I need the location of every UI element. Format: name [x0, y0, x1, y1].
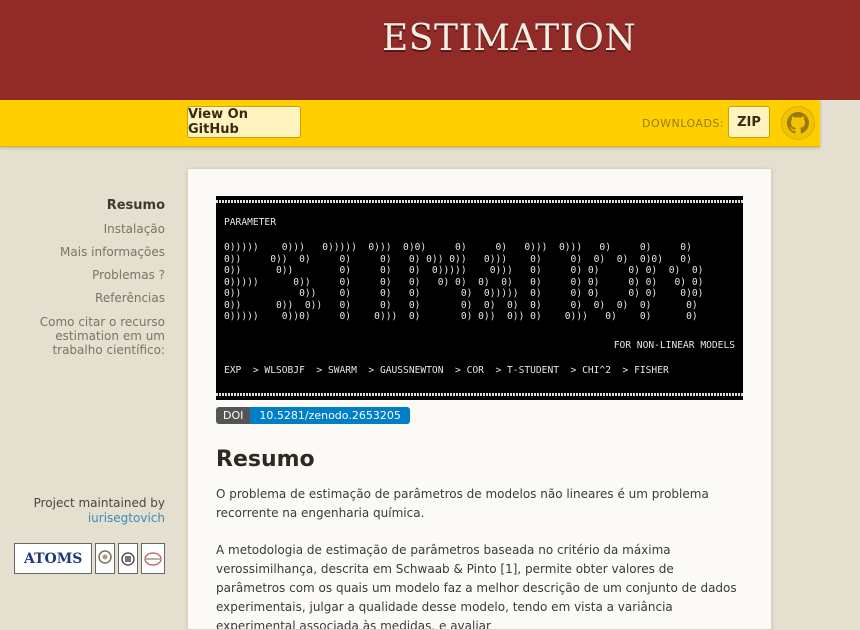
banner-steps: EXP > WLSOBJF > SWARM > GAUSSNEWTON > CO… — [224, 365, 669, 376]
sidebar-item-instalacao[interactable]: Instalação — [104, 222, 165, 236]
sidebar-item-referencias[interactable]: Referências — [95, 291, 165, 305]
banner-bottom-rule — [216, 393, 743, 396]
maintained-label: Project maintained by — [33, 496, 165, 510]
section-heading-resumo: Resumo — [216, 447, 315, 472]
site-title: ESTIMATION — [382, 18, 637, 59]
github-octocat-icon[interactable] — [781, 106, 815, 140]
downloads-label: DOWNLOADS: — [642, 117, 725, 130]
university-seal-icon — [95, 543, 115, 574]
zip-download-button[interactable]: ZIP — [728, 106, 770, 138]
doi-badge-key: DOI — [216, 407, 251, 424]
sidebar-item-como-citar[interactable]: Como citar o recurso estimation em um tr… — [5, 315, 165, 357]
view-on-github-button[interactable]: View On GitHub — [187, 106, 301, 138]
doi-badge[interactable]: DOI 10.5281/zenodo.2653205 — [216, 407, 410, 424]
paragraph: A metodologia de estimação de parâmetros… — [216, 543, 737, 630]
banner-heading: PARAMETER — [224, 217, 276, 228]
paragraph: O problema de estimação de parâmetros de… — [216, 487, 709, 520]
maintainer-link[interactable]: iurisegtovich — [34, 511, 165, 526]
ascii-banner-image: PARAMETER 0))))) 0))) 0))))) 0))) 0)0) 0… — [216, 196, 743, 400]
octocat-glyph — [787, 112, 809, 134]
atoms-logo[interactable]: ATOMS — [14, 543, 93, 574]
doi-badge-value: 10.5281/zenodo.2653205 — [250, 407, 410, 424]
research-group-logo-icon — [140, 543, 166, 574]
banner-top-rule — [216, 200, 743, 203]
maintainer-info: Project maintained by iurisegtovich — [34, 496, 165, 526]
sidebar-item-resumo[interactable]: Resumo — [107, 198, 165, 213]
sidebar-item-problemas[interactable]: Problemas ? — [92, 268, 165, 282]
site-header: ESTIMATION — [0, 0, 860, 100]
banner-subtitle: FOR NON-LINEAR MODELS — [613, 340, 735, 351]
institute-seal-icon — [117, 543, 138, 574]
institution-logos: ATOMS — [14, 543, 166, 574]
main-content: PARAMETER 0))))) 0))) 0))))) 0))) 0)0) 0… — [187, 168, 772, 630]
atoms-logo-text: ATOMS — [23, 550, 83, 567]
sidebar-item-mais-informacoes[interactable]: Mais informações — [60, 245, 165, 259]
banner-ascii-art: 0))))) 0))) 0))))) 0))) 0)0) 0) 0) 0))) … — [224, 242, 704, 322]
